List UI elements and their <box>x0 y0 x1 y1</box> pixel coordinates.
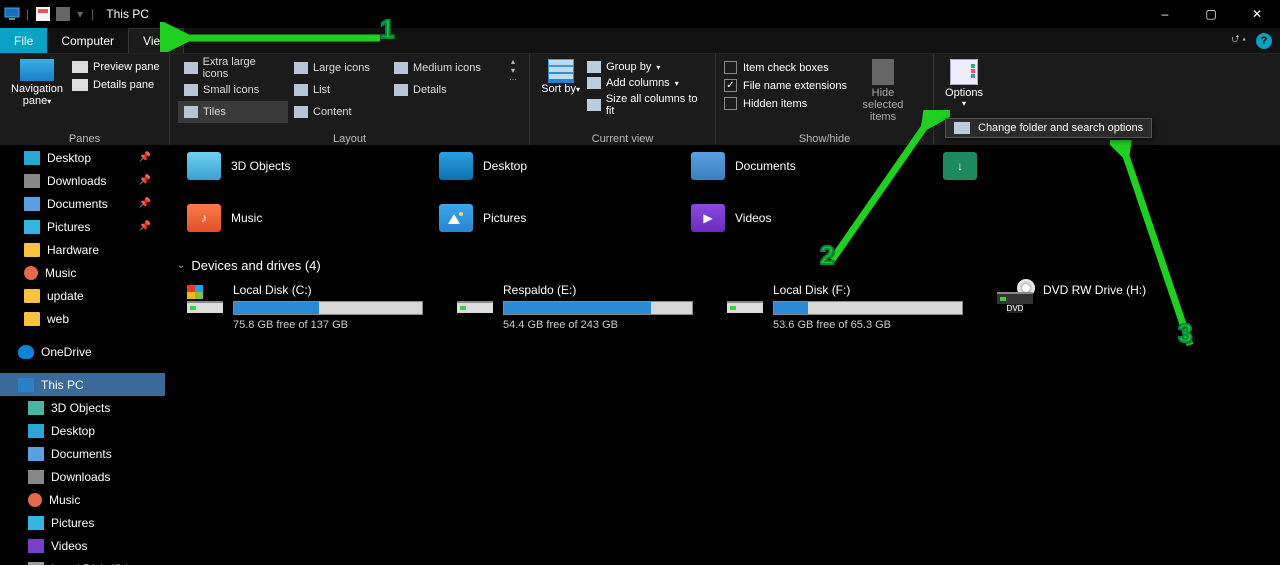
folder-3d-objects[interactable]: 3D Objects <box>187 146 387 186</box>
maximize-button[interactable]: ▢ <box>1188 0 1234 28</box>
drive-e[interactable]: Respaldo (E:) 54.4 GB free of 243 GB <box>457 283 697 331</box>
file-name-extensions-toggle[interactable]: ✓File name extensions <box>724 79 847 92</box>
sidebar-item-3d-objects: 3D Objects <box>0 396 165 419</box>
annotation-label-2: 2 <box>820 240 834 271</box>
drive-f[interactable]: Local Disk (F:) 53.6 GB free of 65.3 GB <box>727 283 967 331</box>
folder-downloads[interactable]: ↓ <box>943 146 1003 186</box>
drive-h-dvd[interactable]: DVD DVD RW Drive (H:) <box>997 283 1197 331</box>
folder-pictures[interactable]: Pictures <box>439 198 639 238</box>
annotation-label-3: 3 <box>1178 318 1192 349</box>
properties-icon[interactable] <box>55 6 71 22</box>
sidebar-item-documents-pc: Documents <box>0 442 165 465</box>
group-label-layout: Layout <box>178 131 521 145</box>
folder-music[interactable]: ♪Music <box>187 198 387 238</box>
change-folder-options-item[interactable]: Change folder and search options <box>978 122 1143 134</box>
layout-details[interactable]: Details <box>388 79 504 101</box>
help-icon[interactable]: ? <box>1256 33 1272 49</box>
sidebar-item-hardware: Hardware <box>0 238 165 261</box>
layout-scroll[interactable]: ▴▾⋯ <box>506 57 520 84</box>
hide-selected-button[interactable]: Hide selected items <box>853 57 913 123</box>
sidebar-item-this-pc: This PC <box>0 373 165 396</box>
sidebar-item-documents: Documents📌 <box>0 192 165 215</box>
layout-large[interactable]: Large icons <box>288 57 388 79</box>
layout-medium[interactable]: Medium icons <box>388 57 504 79</box>
item-check-boxes-toggle[interactable]: Item check boxes <box>724 61 847 74</box>
tab-computer[interactable]: Computer <box>47 28 128 53</box>
size-columns-button[interactable]: Size all columns to fit <box>587 93 707 117</box>
pc-icon <box>4 6 20 22</box>
folder-desktop[interactable]: Desktop <box>439 146 639 186</box>
ribbon-tabs: File Computer View ⮍ ▴ ? <box>0 28 1280 54</box>
section-devices-drives[interactable]: ⌄ Devices and drives (4) <box>171 238 1274 279</box>
options-menu-icon <box>954 122 970 134</box>
tab-file[interactable]: File <box>0 28 47 53</box>
hidden-items-toggle[interactable]: Hidden items <box>724 97 847 110</box>
sidebar-item-desktop: Desktop📌 <box>0 146 165 169</box>
sidebar-item-pictures-pc: Pictures <box>0 511 165 534</box>
layout-content[interactable]: Content <box>288 101 388 123</box>
group-label-panes: Panes <box>8 131 161 145</box>
layout-small[interactable]: Small icons <box>178 79 288 101</box>
tab-view[interactable]: View <box>128 28 184 53</box>
layout-list[interactable]: List <box>288 79 388 101</box>
collapse-ribbon-icon[interactable]: ⮍ ▴ <box>1232 32 1247 49</box>
sidebar-item-update: update <box>0 284 165 307</box>
details-pane-button[interactable]: Details pane <box>72 79 160 91</box>
preview-pane-button[interactable]: Preview pane <box>72 61 160 73</box>
layout-extra-large[interactable]: Extra large icons <box>178 57 288 79</box>
sidebar-item-local-disk-c: Local Disk (C:) <box>0 557 165 565</box>
folder-documents[interactable]: Documents <box>691 146 891 186</box>
folder-videos[interactable]: ▶Videos <box>691 198 891 238</box>
chevron-down-icon: ⌄ <box>177 260 185 271</box>
sidebar-item-downloads-pc: Downloads <box>0 465 165 488</box>
options-dropdown[interactable]: Change folder and search options <box>945 118 1152 138</box>
sidebar-item-pictures: Pictures📌 <box>0 215 165 238</box>
drive-c[interactable]: Local Disk (C:) 75.8 GB free of 137 GB <box>187 283 427 331</box>
sort-by-button[interactable]: Sort by▾ <box>538 57 583 96</box>
sidebar-item-desktop-pc: Desktop <box>0 419 165 442</box>
sidebar-item-onedrive: OneDrive <box>0 340 165 363</box>
group-label-show-hide: Show/hide <box>724 131 925 145</box>
sidebar-item-music: Music <box>0 261 165 284</box>
group-label-current-view: Current view <box>538 131 707 145</box>
options-button[interactable]: Options ▾ <box>942 57 986 108</box>
save-icon[interactable] <box>35 6 51 22</box>
group-by-button[interactable]: Group by ▾ <box>587 61 707 73</box>
navigation-pane-button[interactable]: Navigation pane▾ <box>8 57 66 108</box>
navigation-tree[interactable]: Desktop📌 Downloads📌 Documents📌 Pictures📌… <box>0 146 165 565</box>
add-columns-button[interactable]: Add columns ▾ <box>587 77 707 89</box>
minimize-button[interactable]: – <box>1142 0 1188 28</box>
sidebar-item-videos-pc: Videos <box>0 534 165 557</box>
sidebar-item-downloads: Downloads📌 <box>0 169 165 192</box>
content-area[interactable]: 3D Objects Desktop Documents ↓ ♪Music Pi… <box>165 146 1280 565</box>
window-title: This PC <box>106 7 149 21</box>
annotation-label-1: 1 <box>380 14 394 45</box>
layout-tiles[interactable]: Tiles <box>178 101 288 123</box>
sidebar-item-music-pc: Music <box>0 488 165 511</box>
close-button[interactable]: ✕ <box>1234 0 1280 28</box>
sidebar-item-web: web <box>0 307 165 330</box>
title-bar: | ▾ | This PC – ▢ ✕ <box>0 0 1280 28</box>
